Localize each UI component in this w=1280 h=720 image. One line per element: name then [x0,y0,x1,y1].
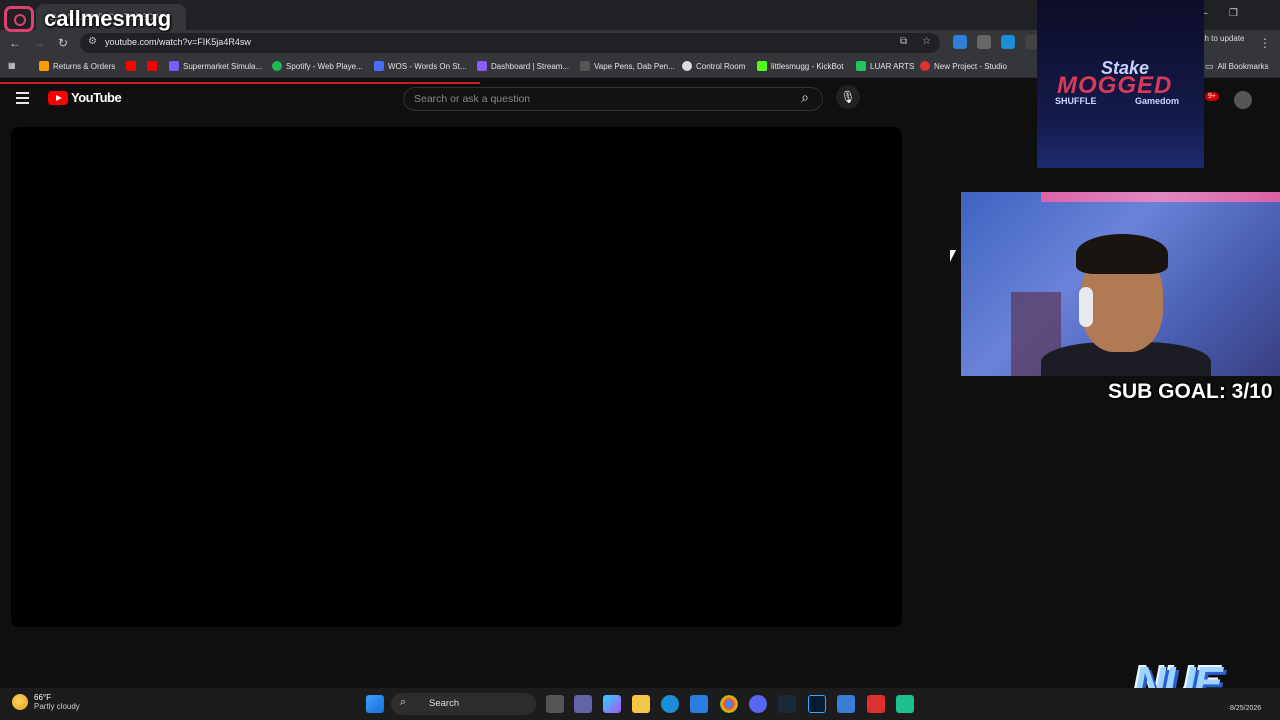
bookmark-item[interactable]: LUAR ARTS [856,61,914,71]
taskbar-date: 8/25/2026 [1230,705,1262,712]
bookmark-label: Spotify - Web Playe... [286,61,363,71]
back-arrow-icon[interactable]: ← [6,34,24,52]
instagram-icon [4,6,34,32]
youtube-play-icon [48,90,68,105]
favicon-icon [39,61,49,71]
edge-icon[interactable] [661,695,679,713]
bookmark-label: Control Room [696,61,746,71]
headset [1079,287,1093,327]
bookmark-label: New Project - Studio [934,61,1007,71]
chrome-icon[interactable] [720,695,738,713]
app-icon[interactable] [867,695,885,713]
bookmark-item[interactable]: Dashboard | Stream... [477,61,569,71]
favicon-icon [682,61,692,71]
bookmark-item[interactable]: New Project - Studio [920,61,1007,71]
avatar[interactable] [1234,91,1252,109]
youtube-logo[interactable]: YouTube [48,90,122,105]
bookmark-item[interactable]: Supermarket Simula... [169,61,262,71]
notification-badge[interactable]: 9+ [1205,92,1219,101]
site-info-icon[interactable]: ⚙ [88,36,97,47]
video-player[interactable] [11,127,902,627]
favicon-icon [856,61,866,71]
bookmark-star-icon[interactable]: ☆ [922,36,931,47]
sponsor-gamedom: Gamedom [1135,96,1180,106]
url-text: youtube.com/watch?v=FIK5ja4R4sw [105,37,251,47]
youtube-bookmark[interactable] [126,61,136,71]
favicon-icon [920,61,930,71]
folder-icon: ▭ [1205,61,1214,71]
bookmark-label: Returns & Orders [53,61,116,71]
extension-icon[interactable] [1001,35,1015,49]
person-hair [1076,234,1168,274]
copilot-icon[interactable] [603,695,621,713]
file-explorer-icon[interactable] [632,695,650,713]
youtube-bookmark[interactable] [147,61,157,71]
led-strip [1041,192,1280,202]
search-icon: ⌕ [400,696,407,708]
all-bookmarks-label: All Bookmarks [1217,62,1269,71]
taskbar-search[interactable]: ⌕ Search [391,693,536,715]
all-bookmarks-button[interactable]: ▭ All Bookmarks [1205,61,1269,72]
steam-icon[interactable] [778,695,796,713]
maximize-button[interactable]: ❐ [1229,8,1238,19]
webcam-feed [961,192,1280,376]
extension-icon[interactable] [977,35,991,49]
favicon-icon [374,61,384,71]
sponsor-panel: Stake MOGGED SHUFFLE Gamedom [1037,0,1204,168]
mouse-cursor [950,250,956,262]
app-icon[interactable] [896,695,914,713]
favicon-icon [757,61,767,71]
bookmark-item[interactable]: Spotify - Web Playe... [272,61,363,71]
favicon-icon [477,61,487,71]
bookmark-item[interactable]: Control Room [682,61,745,71]
address-bar[interactable]: ⚙ youtube.com/watch?v=FIK5ja4R4sw ⧉ ☆ [80,33,940,53]
taskbar-search-label: Search [429,698,460,709]
sub-goal-text: SUB GOAL: 3/10 [1108,380,1273,403]
discord-icon[interactable] [749,695,767,713]
favicon-icon [580,61,590,71]
photoshop-icon[interactable] [808,695,826,713]
weather-icon [12,694,28,710]
forward-arrow-icon[interactable]: → [30,34,48,52]
start-windows-icon[interactable] [366,695,384,713]
weather-condition: Partly cloudy [34,702,80,711]
bookmark-label: LUAR ARTS [870,61,915,71]
channel-name: callmesmug [44,6,172,31]
browser-menu-icon[interactable]: ⋮ [1256,34,1274,52]
notepad-icon[interactable] [837,695,855,713]
extension-icon[interactable] [953,35,967,49]
taskbar: 66°F Partly cloudy ⌕ Search 8/25/2026 [0,688,1280,720]
youtube-icon [147,61,157,71]
bookmark-item[interactable]: WOS - Words On St... [374,61,467,71]
favicon-icon [169,61,179,71]
bookmark-label: WOS - Words On St... [388,61,467,71]
sponsor-shuffle: SHUFFLE [1055,96,1097,106]
channel-overlay: callmesmug [4,6,171,32]
reload-icon[interactable]: ↻ [54,34,72,52]
bookmark-item[interactable]: Returns & Orders [39,61,115,71]
microphone-icon[interactable]: 🎙 [836,85,860,109]
search-icon[interactable]: ⌕ [794,89,816,111]
install-app-icon[interactable]: ⧉ [900,36,907,47]
bookmark-label: Vape Pens, Dab Pen... [594,61,675,71]
bookmark-item[interactable]: littlesmugg - KickBot [757,61,843,71]
store-icon[interactable] [690,695,708,713]
youtube-logo-text: YouTube [71,90,122,105]
teams-icon[interactable] [574,695,592,713]
bookmark-item[interactable]: Vape Pens, Dab Pen... [580,61,675,71]
search-placeholder: Search or ask a question [414,93,531,105]
bookmark-label: littlesmugg - KickBot [771,61,844,71]
youtube-icon [126,61,136,71]
spotify-icon [272,61,282,71]
bookmark-label: Supermarket Simula... [183,61,263,71]
hamburger-menu-icon[interactable] [16,92,32,106]
task-view-icon[interactable] [546,695,564,713]
apps-grid-icon[interactable]: ▦ [8,61,16,70]
bookmark-label: Dashboard | Stream... [491,61,570,71]
temperature: 66°F [34,693,51,702]
weather-widget[interactable]: 66°F Partly cloudy [12,693,80,711]
search-input[interactable]: Search or ask a question [403,87,823,111]
